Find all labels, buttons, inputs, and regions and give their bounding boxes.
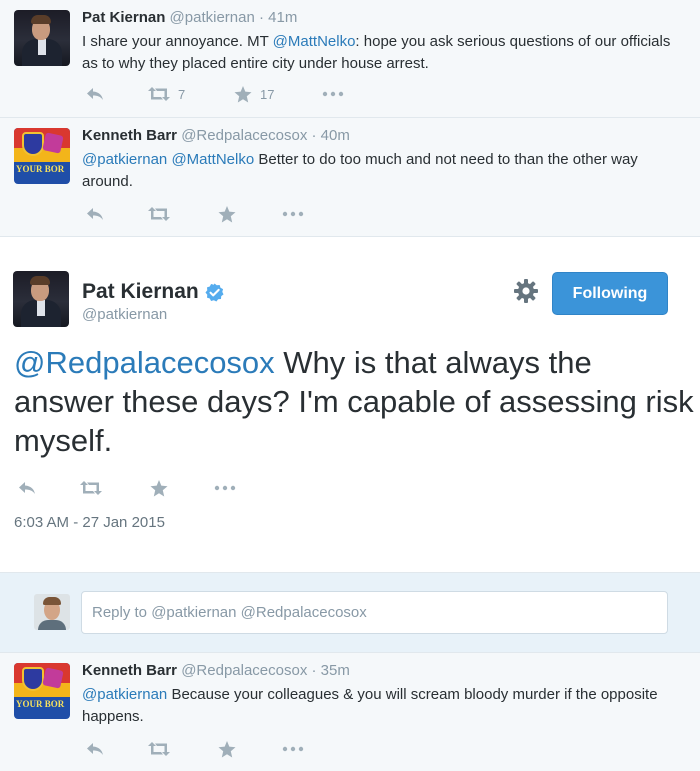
user-fullname[interactable]: Pat Kiernan bbox=[82, 9, 165, 26]
reply-input[interactable]: Reply to @patkiernan @Redpalacecosox bbox=[81, 591, 668, 634]
reply-button[interactable] bbox=[86, 739, 104, 759]
more-icon bbox=[322, 91, 344, 97]
more-icon bbox=[214, 485, 236, 491]
favorite-button[interactable] bbox=[150, 478, 168, 498]
reply-icon bbox=[87, 208, 103, 220]
retweet-count: 7 bbox=[178, 86, 186, 102]
retweet-icon bbox=[148, 742, 170, 756]
tweet-text: @patkiernan @MattNelko Better to do too … bbox=[82, 149, 682, 193]
focused-tweet: Pat Kiernan @patkiernan Following @Redpa… bbox=[0, 237, 700, 573]
avatar[interactable] bbox=[14, 10, 70, 66]
reply-icon bbox=[19, 482, 35, 494]
retweet-button[interactable] bbox=[148, 204, 170, 224]
reply-button[interactable] bbox=[86, 204, 104, 224]
favorite-button[interactable] bbox=[218, 204, 236, 224]
more-button[interactable] bbox=[214, 478, 236, 498]
gear-icon[interactable] bbox=[513, 278, 539, 304]
verified-icon bbox=[205, 282, 224, 302]
mention-link[interactable]: @MattNelko bbox=[171, 151, 254, 168]
more-icon bbox=[282, 211, 304, 217]
favorite-button[interactable] bbox=[218, 739, 236, 759]
retweet-button[interactable] bbox=[80, 478, 102, 498]
more-button[interactable] bbox=[322, 84, 344, 104]
more-button[interactable] bbox=[282, 204, 304, 224]
retweet-button[interactable] bbox=[148, 739, 170, 759]
favorite-icon bbox=[150, 479, 168, 496]
user-handle[interactable]: @Redpalacecosox bbox=[181, 127, 307, 144]
tweet-text: @patkiernan Because your colleagues & yo… bbox=[82, 684, 682, 728]
tweet-text-part: I share your annoyance. MT bbox=[82, 33, 273, 50]
user-fullname[interactable]: Kenneth Barr bbox=[82, 662, 177, 679]
favorite-icon bbox=[218, 740, 236, 757]
user-handle[interactable]: @patkiernan bbox=[170, 9, 255, 26]
reply-composer: Reply to @patkiernan @Redpalacecosox bbox=[0, 573, 700, 653]
reply-button[interactable] bbox=[18, 478, 36, 498]
mention-link[interactable]: @patkiernan bbox=[82, 686, 167, 703]
favorite-count: 17 bbox=[260, 86, 275, 102]
user-fullname[interactable]: Pat Kiernan bbox=[82, 280, 224, 304]
avatar bbox=[34, 594, 70, 630]
user-handle[interactable]: @Redpalacecosox bbox=[181, 662, 307, 679]
favorite-icon bbox=[218, 205, 236, 222]
avatar-logo-text: YOUR BOR bbox=[16, 164, 65, 174]
tweet-time[interactable]: · 40m bbox=[312, 127, 350, 144]
avatar[interactable]: YOUR BOR bbox=[14, 128, 70, 184]
tweet-text: @Redpalacecosox Why is that always the a… bbox=[14, 343, 694, 460]
mention-link[interactable]: @Redpalacecosox bbox=[14, 345, 275, 380]
tweet-text-part: Because your colleagues & you will screa… bbox=[82, 686, 658, 725]
avatar-logo-text: YOUR BOR bbox=[16, 699, 65, 709]
retweet-button[interactable]: 7 bbox=[148, 84, 185, 104]
more-icon bbox=[282, 746, 304, 752]
retweet-icon bbox=[80, 481, 102, 495]
reply-icon bbox=[87, 88, 103, 100]
more-button[interactable] bbox=[282, 739, 304, 759]
mention-link[interactable]: @MattNelko bbox=[273, 33, 356, 50]
tweet-timestamp[interactable]: 6:03 AM - 27 Jan 2015 bbox=[14, 514, 165, 531]
user-fullname[interactable]: Kenneth Barr bbox=[82, 127, 177, 144]
reply-icon bbox=[87, 743, 103, 755]
tweet-header: Pat Kiernan @patkiernan · 41m bbox=[82, 9, 297, 26]
reply-button[interactable] bbox=[86, 84, 104, 104]
user-fullname-text: Pat Kiernan bbox=[82, 280, 199, 303]
tweet-text: I share your annoyance. MT @MattNelko: h… bbox=[82, 31, 682, 75]
tweet-header: Kenneth Barr @Redpalacecosox · 35m bbox=[82, 662, 350, 679]
tweet[interactable]: YOUR BOR Kenneth Barr @Redpalacecosox · … bbox=[0, 118, 700, 237]
tweet-time[interactable]: · 35m bbox=[312, 662, 350, 679]
tweet[interactable]: YOUR BOR Kenneth Barr @Redpalacecosox · … bbox=[0, 653, 700, 771]
user-handle[interactable]: @patkiernan bbox=[82, 306, 167, 323]
mention-link[interactable]: @patkiernan bbox=[82, 151, 167, 168]
tweet[interactable]: Pat Kiernan @patkiernan · 41m I share yo… bbox=[0, 0, 700, 118]
avatar[interactable]: YOUR BOR bbox=[14, 663, 70, 719]
favorite-icon bbox=[234, 85, 252, 102]
tweet-header: Kenneth Barr @Redpalacecosox · 40m bbox=[82, 127, 350, 144]
following-button[interactable]: Following bbox=[552, 272, 668, 315]
retweet-icon bbox=[148, 207, 170, 221]
tweet-time[interactable]: · 41m bbox=[259, 9, 297, 26]
retweet-icon bbox=[148, 87, 170, 101]
favorite-button[interactable]: 17 bbox=[234, 84, 274, 104]
avatar[interactable] bbox=[13, 271, 69, 327]
